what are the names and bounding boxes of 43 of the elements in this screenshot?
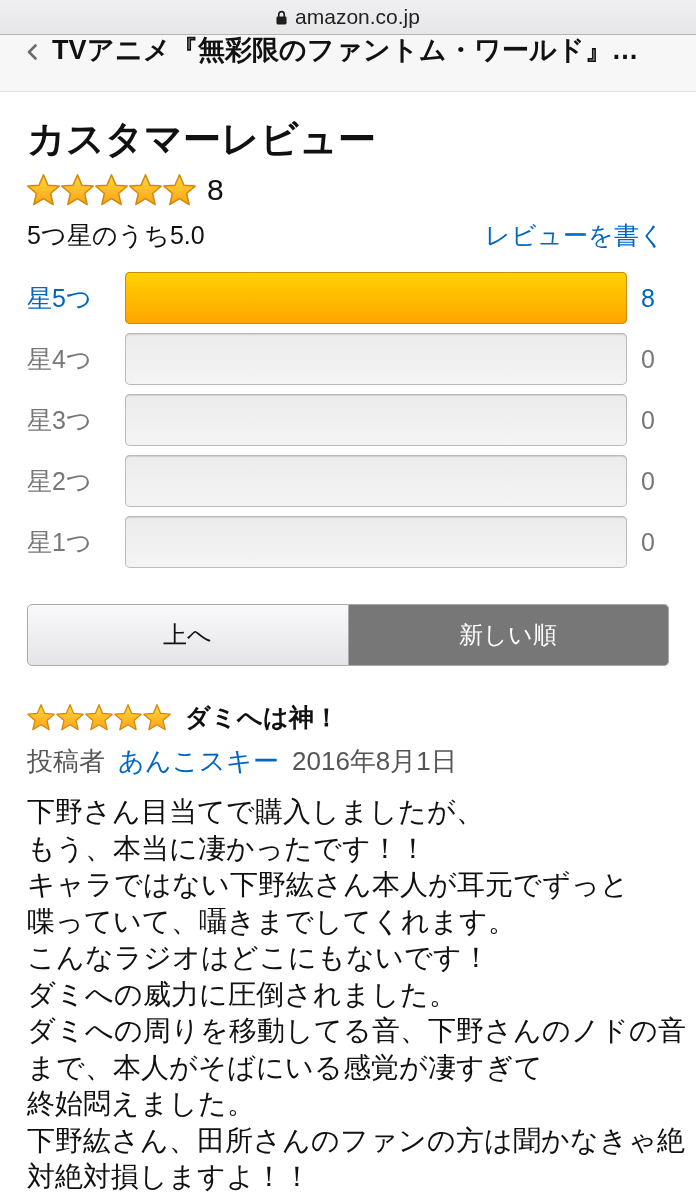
byline-label: 投稿者: [27, 745, 105, 778]
lock-icon: [276, 9, 288, 25]
section-heading: カスタマーレビュー: [27, 117, 377, 161]
review-paragraph: もう、本当に凄かったです！！: [27, 831, 428, 866]
back-icon[interactable]: [27, 44, 37, 60]
review-paragraph: ダミへの威力に圧倒されました。: [27, 977, 458, 1012]
star-icon: [114, 703, 142, 731]
rating-count: 8: [207, 174, 224, 206]
star-level-label[interactable]: 星5つ: [27, 283, 125, 313]
review-count: 0: [640, 405, 656, 435]
review-count[interactable]: 8: [627, 283, 669, 313]
average-rating-text: 5つ星のうち5.0: [27, 220, 205, 250]
star-icon: [27, 703, 55, 731]
review-paragraph: 下野紘さん、田所さんのファンの方は聞かなきゃ絶対絶対損しますよ！！: [27, 1123, 686, 1194]
review-count: 0: [640, 527, 656, 557]
page-title: TVアニメ『無彩限のファントム・ワールド』…: [52, 35, 639, 65]
address-bar[interactable]: amazon.co.jp: [0, 0, 696, 35]
review-title: ダミへは神！: [185, 702, 339, 732]
author-link[interactable]: あんこスキー: [118, 744, 279, 778]
star-icon: [163, 174, 196, 206]
star-icon: [85, 703, 113, 731]
star-icon: [143, 703, 171, 731]
review-paragraph: 終始悶えました。: [27, 1087, 256, 1121]
sort-tab[interactable]: 新しい順: [348, 604, 669, 666]
star-level-label: 星1つ: [27, 527, 93, 557]
review-count: 0: [640, 466, 656, 496]
star-level-label: 星3つ: [27, 405, 93, 435]
review-paragraph: こんなラジオはどこにもないです！: [27, 941, 491, 975]
review-paragraph: 下野さん目当てで購入しましたが、: [27, 795, 485, 829]
review-paragraph: キャラではない下野紘さん本人が耳元でずっと: [27, 868, 630, 902]
sort-tab[interactable]: 上へ: [27, 604, 349, 666]
star-icon: [56, 703, 84, 731]
star-level-label: 星4つ: [27, 344, 93, 374]
star-icon: [27, 174, 60, 206]
star-icon: [61, 174, 94, 206]
star-icon: [129, 174, 162, 206]
star-icon: [95, 174, 128, 206]
review-date: 2016年8月1日: [292, 745, 457, 778]
review-paragraph: 喋っていて、囁きまでしてくれます。: [27, 904, 517, 939]
write-review-link[interactable]: レビューを書く: [485, 220, 665, 250]
review-count: 0: [640, 344, 656, 374]
star-level-label: 星2つ: [27, 466, 93, 496]
review-paragraph: ダミへの周りを移動してる音、下野さんのノドの音まで、本人がそばにいる感覚が凄すぎて: [27, 1014, 687, 1085]
